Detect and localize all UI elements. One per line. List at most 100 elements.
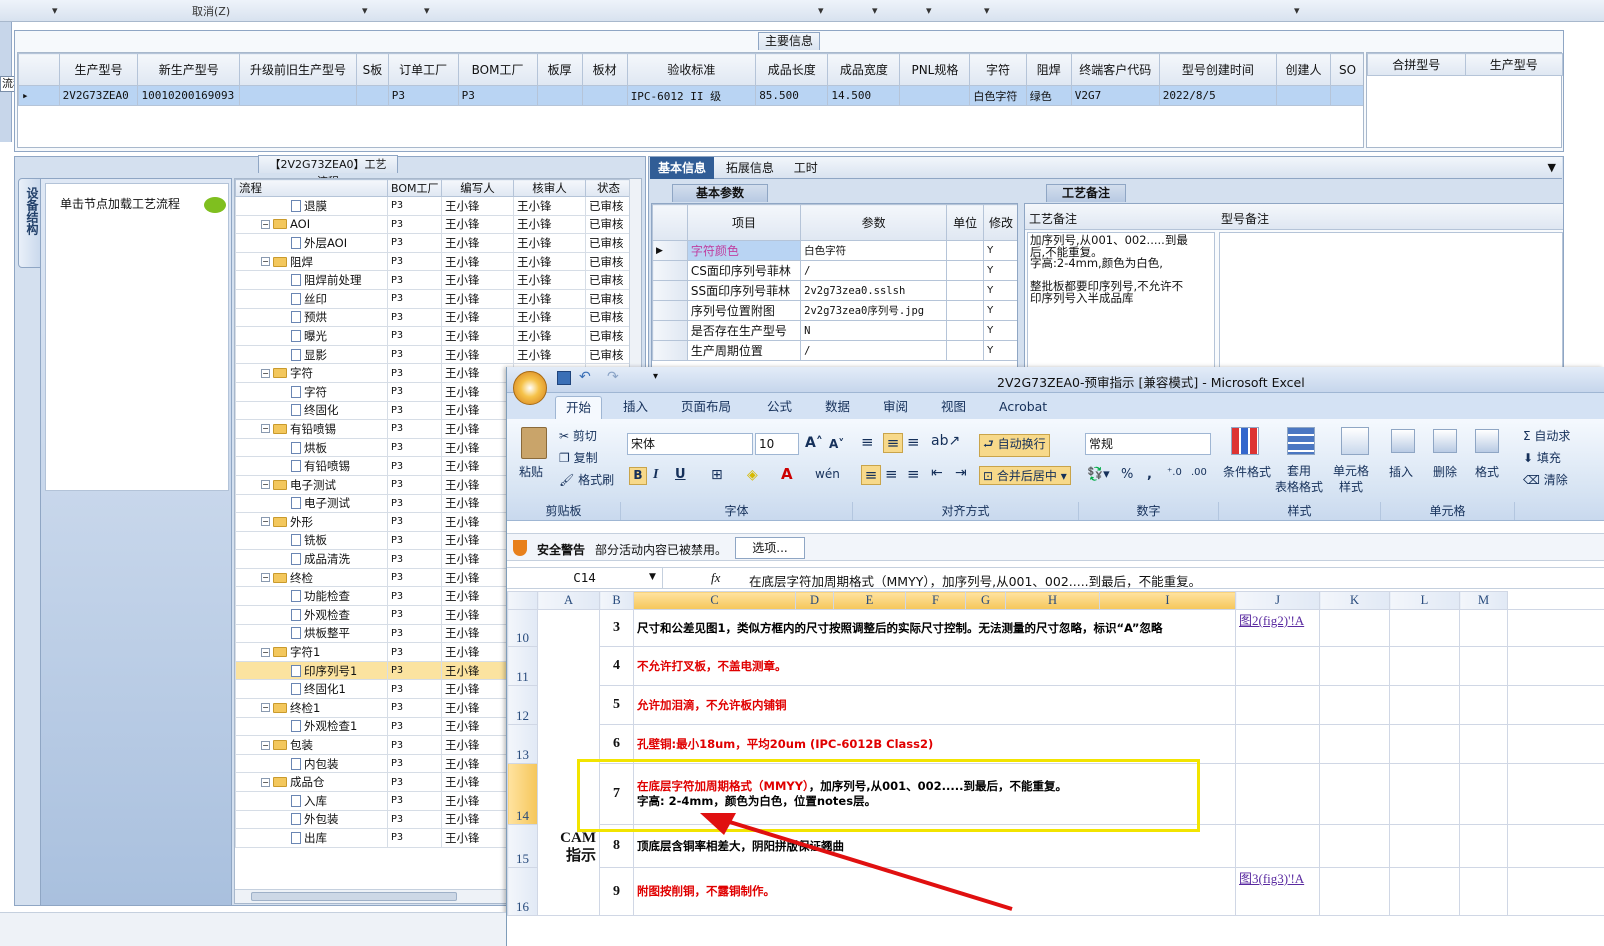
col-header[interactable]: 板厚 <box>536 53 583 86</box>
col-header[interactable]: 订单工厂 <box>387 53 459 86</box>
param-item[interactable]: 序列号位置附图 <box>686 300 802 321</box>
ribbon-tab[interactable]: 页面布局 <box>671 398 741 416</box>
param-item[interactable]: 字符颜色 <box>686 240 802 261</box>
empty-cell[interactable] <box>1319 824 1390 868</box>
collapse-icon[interactable]: − <box>261 257 270 267</box>
tree-node-label[interactable]: 终固化 <box>304 402 339 418</box>
param-item[interactable]: CS面印序列号菲林 <box>686 260 802 281</box>
paste-button[interactable]: 粘贴 <box>519 463 543 480</box>
dropdown-arrow-icon[interactable]: ▾ <box>984 4 990 17</box>
tree-row[interactable]: 阻焊前处理 P3 王小锋 王小锋 已审核 <box>235 270 632 290</box>
cell[interactable]: 85.500 <box>755 85 829 106</box>
param-item[interactable]: 生产周期位置 <box>686 340 802 361</box>
row-header[interactable]: 11 <box>507 646 538 686</box>
param-mod[interactable]: Y <box>983 240 1017 261</box>
ribbon-tab[interactable]: 视图 <box>931 398 976 416</box>
wrap-text-button[interactable]: ⮐ 自动换行 <box>979 434 1050 457</box>
col-header[interactable]: PNL规格 <box>899 53 971 86</box>
scroll-thumb[interactable] <box>251 892 457 901</box>
empty-cell[interactable] <box>1389 724 1460 764</box>
param-unit[interactable] <box>946 260 985 281</box>
sheet-row[interactable]: 11 4 不允许打叉板，不盖电测章。 <box>507 646 1604 686</box>
param-row[interactable]: CS面印序列号菲林 / Y <box>652 260 1017 281</box>
empty-cell[interactable] <box>1319 646 1390 686</box>
ribbon-tab[interactable]: 插入 <box>613 398 658 416</box>
col-header[interactable]: BOM工厂 <box>457 53 538 86</box>
dropdown-arrow-icon[interactable]: ▾ <box>362 4 368 17</box>
tree-node-label[interactable]: 入库 <box>304 793 327 809</box>
param-item[interactable]: 是否存在生产型号 <box>686 320 802 341</box>
col-item[interactable]: 项目 <box>686 204 802 241</box>
instruction-cell[interactable]: 不允许打叉板，不盖电测章。 <box>633 646 1236 686</box>
delete-cells-button[interactable]: 删除 <box>1433 463 1457 480</box>
redo-icon[interactable]: ↷ <box>607 369 619 385</box>
cell[interactable]: 2V2G73ZEA0 <box>58 85 139 106</box>
clear-button[interactable]: ⌫ 清除 <box>1523 471 1568 488</box>
save-icon[interactable] <box>557 371 571 385</box>
tree-node-label[interactable]: 退膜 <box>304 198 327 214</box>
collapse-icon[interactable]: − <box>261 424 270 434</box>
param-item[interactable]: SS面印序列号菲林 <box>686 280 802 301</box>
column-header[interactable]: C <box>633 591 796 610</box>
dropdown-arrow-icon[interactable]: ▾ <box>818 4 824 17</box>
param-param[interactable]: N <box>800 320 948 341</box>
grow-font-icon[interactable]: A˄ <box>805 435 823 451</box>
tree-node-label[interactable]: 阻焊前处理 <box>304 272 362 288</box>
number-format-select[interactable]: 常规 <box>1085 433 1211 455</box>
empty-cell[interactable] <box>1389 867 1460 916</box>
underline-button[interactable]: U <box>675 467 686 482</box>
collapse-icon[interactable]: − <box>261 219 270 229</box>
collapse-icon[interactable]: − <box>261 368 270 378</box>
fill-color-icon[interactable]: ◈ <box>747 467 758 483</box>
format-painter-button[interactable]: 🖌 格式刷 <box>559 471 614 488</box>
row-header[interactable]: 14 <box>507 763 538 825</box>
empty-cell[interactable] <box>1319 685 1390 725</box>
empty-cell[interactable] <box>1459 824 1508 868</box>
col-header[interactable]: 终端客户代码 <box>1070 53 1160 86</box>
instruction-cell[interactable]: 孔壁铜:最小18um，平均20um (IPC-6012B Class2) <box>633 724 1236 764</box>
collapse-icon[interactable]: − <box>261 480 270 490</box>
param-param[interactable]: 2v2g73zea0序列号.jpg <box>800 300 948 321</box>
cell-style-button[interactable]: 单元格 样式 <box>1333 463 1369 495</box>
param-unit[interactable] <box>946 240 985 261</box>
tree-node-label[interactable]: 终检 <box>290 570 313 586</box>
empty-cell[interactable] <box>1459 685 1508 725</box>
paste-icon[interactable] <box>521 427 547 459</box>
tree-node-label[interactable]: 曝光 <box>304 328 327 344</box>
formula-content[interactable]: 在底层字符加周期格式（MMYY），加序列号,从001、002.....到最后，不… <box>749 571 1201 590</box>
fill-button[interactable]: ⬇ 填充 <box>1523 449 1561 466</box>
dropdown-arrow-icon[interactable]: ▾ <box>1294 4 1300 17</box>
cell[interactable]: 2022/8/5 <box>1158 85 1277 106</box>
empty-cell[interactable] <box>1389 824 1460 868</box>
cell[interactable] <box>1275 85 1332 106</box>
dropdown-arrow-icon[interactable]: ▾ <box>424 4 430 17</box>
param-row[interactable]: 是否存在生产型号 N Y <box>652 320 1017 341</box>
empty-cell[interactable] <box>1319 724 1390 764</box>
col-param[interactable]: 参数 <box>800 204 948 241</box>
align-top-icon[interactable]: ≡ <box>861 433 874 451</box>
collapse-icon[interactable]: − <box>261 777 270 787</box>
sheet-row[interactable]: 16 9 附图按削铜，不露铜制作。 图3(fig3)'!A <box>507 867 1604 916</box>
item-index-cell[interactable]: 5 <box>599 685 634 725</box>
column-header[interactable]: H <box>1005 591 1100 610</box>
orientation-icon[interactable]: ab↗ <box>931 433 960 449</box>
param-unit[interactable] <box>946 300 985 321</box>
row-header[interactable]: 15 <box>507 824 538 868</box>
increase-decimal-icon[interactable]: ⁺.0 <box>1167 467 1182 478</box>
select-all-corner[interactable] <box>507 591 538 610</box>
empty-cell[interactable] <box>1507 824 1604 868</box>
collapse-icon[interactable]: − <box>261 647 270 657</box>
empty-cell[interactable] <box>1459 763 1508 825</box>
align-left-icon[interactable]: ≡ <box>861 465 881 485</box>
cancel-button[interactable]: 取消(Z) <box>192 3 230 19</box>
empty-cell[interactable] <box>1389 763 1460 825</box>
tree-node-label[interactable]: 外观检查 <box>304 607 350 623</box>
font-color-icon[interactable]: A <box>781 465 793 483</box>
undo-icon[interactable]: ↶ <box>579 369 591 385</box>
align-center-icon[interactable]: ≡ <box>885 465 898 483</box>
tree-node-label[interactable]: 印序列号1 <box>304 663 357 679</box>
table-format-icon[interactable] <box>1287 427 1315 455</box>
collapse-icon[interactable]: − <box>261 573 270 583</box>
tree-node-label[interactable]: 外层AOI <box>304 235 347 251</box>
process-remark-text[interactable]: 加序列号,从001、002.....到最 后,不能重复。 字高:2-4mm,颜色为白… <box>1027 232 1215 368</box>
